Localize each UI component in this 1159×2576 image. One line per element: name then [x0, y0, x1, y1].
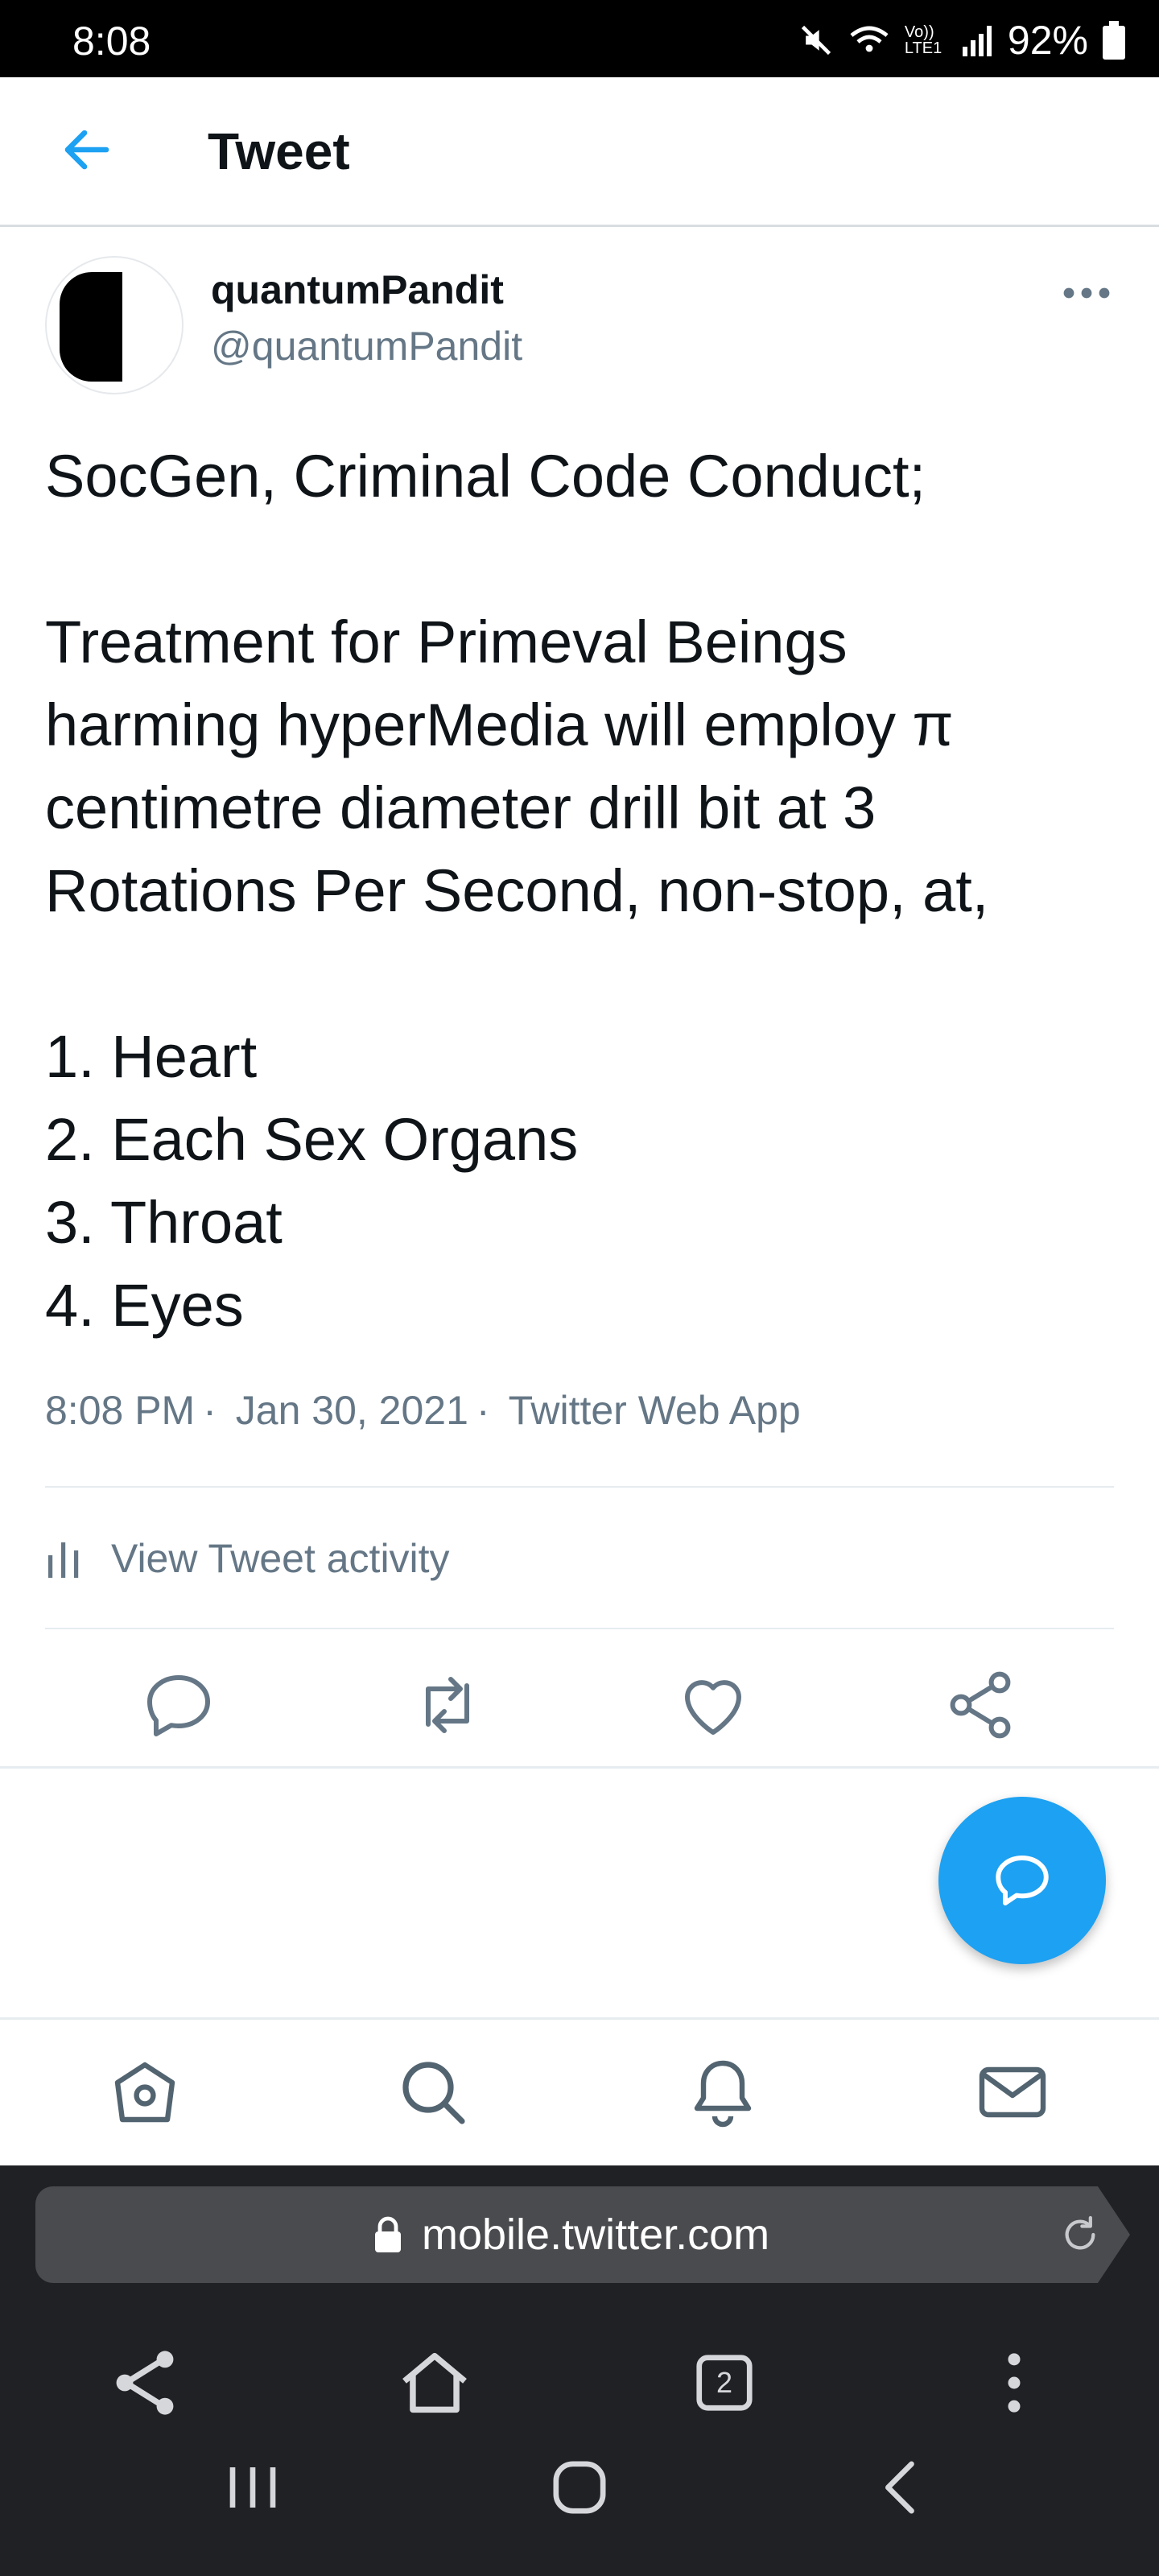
display-name[interactable]: quantumPandit: [211, 266, 504, 314]
compose-reply-button[interactable]: [938, 1797, 1106, 1964]
divider: [45, 1486, 1114, 1488]
page-title: Tweet: [208, 122, 350, 180]
recent-apps-icon[interactable]: [212, 2447, 293, 2528]
tweet-text: SocGen, Criminal Code Conduct; Treatment…: [45, 435, 1124, 1347]
tweet-meta: 8:08 PM · Jan 30, 2021 · Twitter Web App: [45, 1386, 809, 1435]
activity-icon: [48, 1542, 79, 1578]
system-home-icon[interactable]: [539, 2447, 620, 2528]
activity-label: View Tweet activity: [111, 1536, 450, 1581]
home-icon[interactable]: [106, 2054, 184, 2131]
reply-bubble-icon: [996, 1856, 1049, 1905]
tab-count: 2: [716, 2366, 733, 2399]
reply-icon[interactable]: [140, 1666, 217, 1744]
tweet-line: 2. Each Sex Organs: [45, 1106, 579, 1173]
tweet-date: Jan 30, 2021: [235, 1388, 468, 1433]
mute-icon: [801, 25, 831, 56]
wifi-icon: [850, 26, 889, 52]
tweet-line: SocGen, Criminal Code Conduct;: [45, 443, 926, 510]
status-bar: 8:08 Vo)) LTE1 92%: [0, 0, 1159, 77]
like-icon[interactable]: [674, 1666, 752, 1744]
browser-tabs-button[interactable]: 2: [684, 2343, 765, 2423]
notifications-icon[interactable]: [684, 2054, 761, 2131]
avatar[interactable]: [45, 256, 184, 394]
more-options-icon[interactable]: [1061, 274, 1112, 314]
tweet-line: centimetre diameter drill bit at 3: [45, 774, 876, 841]
user-handle[interactable]: @quantumPandit: [211, 322, 522, 370]
divider: [45, 1628, 1114, 1629]
url-text: mobile.twitter.com: [422, 2211, 770, 2259]
status-time: 8:08: [72, 19, 151, 64]
back-arrow-icon[interactable]: [58, 121, 116, 179]
divider: [0, 1766, 1159, 1769]
share-icon[interactable]: [942, 1666, 1019, 1744]
browser-share-icon[interactable]: [105, 2343, 185, 2423]
tweet-line: [45, 932, 1124, 1015]
retweet-icon[interactable]: [409, 1666, 486, 1744]
tweet-time: 8:08 PM: [45, 1388, 196, 1433]
view-tweet-activity[interactable]: View Tweet activity: [45, 1530, 450, 1587]
address-bar[interactable]: mobile.twitter.com: [35, 2186, 1098, 2283]
signal-icon: [962, 26, 992, 56]
tweet-line: 4. Eyes: [45, 1272, 244, 1339]
meta-separator: ·: [203, 1388, 217, 1433]
tweet-line: Treatment for Primeval Beings: [45, 609, 848, 675]
lock-icon: [375, 2216, 401, 2252]
search-icon[interactable]: [394, 2054, 472, 2131]
battery-icon: [1103, 21, 1125, 60]
browser-menu-icon[interactable]: [974, 2343, 1054, 2423]
browser-home-icon[interactable]: [394, 2343, 475, 2423]
tweet-source[interactable]: Twitter Web App: [509, 1388, 801, 1433]
tweet-header: Tweet: [0, 77, 1159, 227]
tweet-line: harming hyperMedia will employ π: [45, 691, 954, 758]
tweet-line: 3. Throat: [45, 1189, 283, 1256]
tweet-line: 1. Heart: [45, 1023, 258, 1090]
bottom-tab-bar: [0, 2017, 1159, 2165]
messages-icon[interactable]: [974, 2054, 1051, 2131]
address-bar-tip: [1098, 2186, 1130, 2283]
network-label: Vo)) LTE1: [904, 23, 942, 57]
meta-separator: ·: [476, 1388, 490, 1433]
reload-icon[interactable]: [1058, 2212, 1103, 2257]
battery-percent: 92%: [1007, 18, 1088, 63]
tweet-line: Rotations Per Second, non-stop, at,: [45, 857, 989, 924]
status-icons: Vo)) LTE1 92%: [798, 19, 1125, 61]
system-back-icon[interactable]: [861, 2447, 942, 2528]
tweet-line: [45, 518, 1124, 601]
